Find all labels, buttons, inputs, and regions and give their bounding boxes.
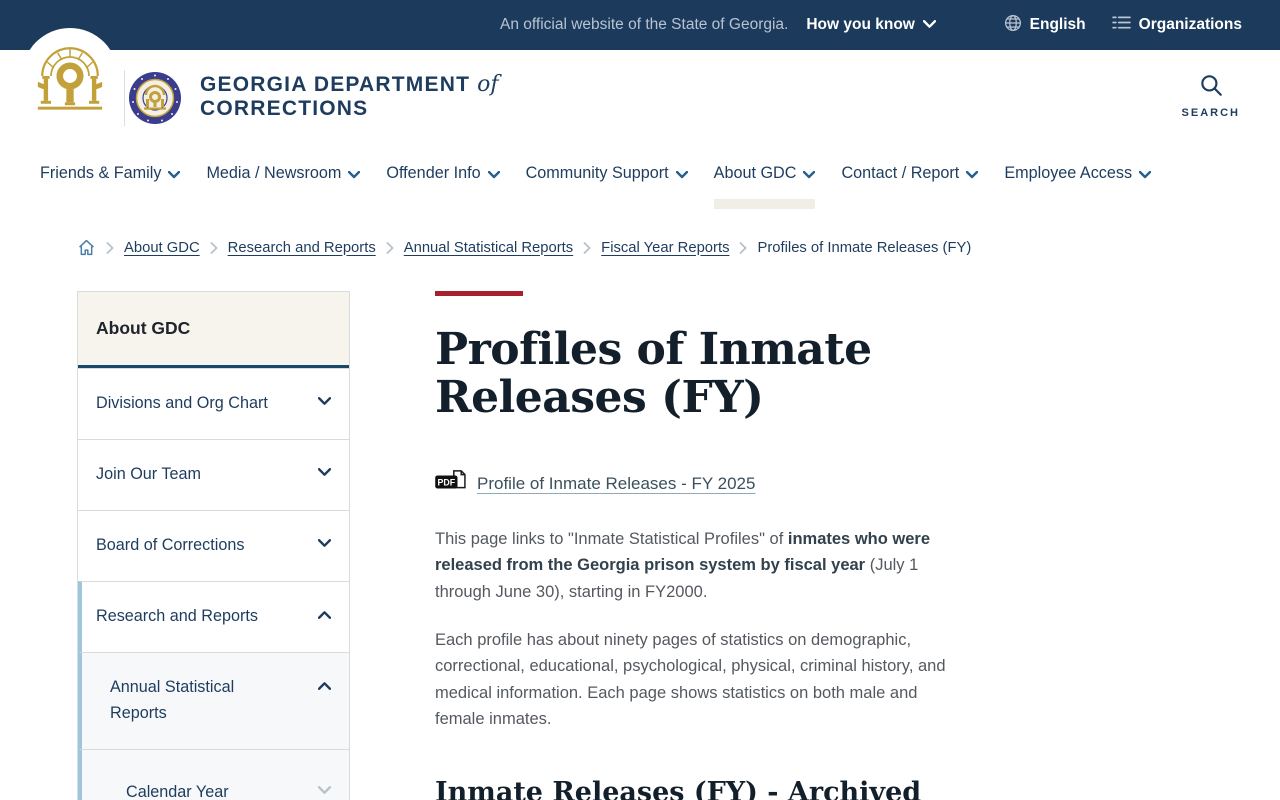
breadcrumb-link-research-reports[interactable]: Research and Reports	[228, 240, 376, 256]
nav-label: Employee Access	[1004, 164, 1133, 182]
chevron-down-icon	[675, 170, 688, 179]
breadcrumb-separator-icon	[583, 241, 591, 254]
how-you-know-button[interactable]: How you know	[806, 16, 936, 34]
sidebar-item-label: Divisions and Org Chart	[96, 394, 268, 412]
agency-line1: GEORGIA DEPARTMENT	[200, 73, 471, 96]
nav-item-about-gdc[interactable]: About GDC	[713, 164, 816, 209]
page-title: Profiles of Inmate Releases (FY)	[435, 324, 872, 424]
official-state-bar: An official website of the State of Geor…	[0, 0, 1280, 50]
nav-item-friends-family[interactable]: Friends & Family	[40, 164, 181, 187]
breadcrumb-link-annual-statistical-reports[interactable]: Annual Statistical Reports	[404, 240, 573, 256]
chevron-down-icon	[487, 170, 500, 179]
chevron-down-icon	[1139, 170, 1152, 179]
nav-item-contact-report[interactable]: Contact / Report	[841, 164, 979, 187]
sidebar-item-label: Calendar Year	[126, 782, 229, 800]
title-accent-rule	[435, 291, 523, 296]
sidebar-item-board-of-corrections[interactable]: Board of Corrections	[78, 509, 349, 581]
sidebar-item-join-our-team[interactable]: Join Our Team	[78, 438, 349, 510]
intro-text-pre: This page links to "Inmate Statistical P…	[435, 529, 788, 548]
intro-paragraph: This page links to "Inmate Statistical P…	[435, 526, 955, 605]
breadcrumb-separator-icon	[739, 241, 748, 254]
agency-of: of	[477, 72, 499, 97]
sidebar-item-research-and-reports[interactable]: Research and Reports	[78, 580, 349, 652]
corrections-seal	[128, 71, 182, 130]
svg-text:PDF: PDF	[438, 477, 456, 487]
nav-item-media-newsroom[interactable]: Media / Newsroom	[206, 164, 361, 187]
nav-label: Contact / Report	[841, 164, 960, 182]
breadcrumb-separator-icon	[106, 241, 114, 254]
search-icon	[1198, 72, 1224, 103]
language-label: English	[1029, 16, 1086, 33]
agency-title[interactable]: GEORGIA DEPARTMENT of CORRECTIONS	[200, 72, 499, 121]
sidebar-item-label: Board of Corrections	[96, 535, 245, 554]
nav-label: About GDC	[713, 164, 797, 182]
chevron-down-icon	[318, 785, 331, 795]
chevron-down-icon	[348, 170, 361, 179]
home-icon[interactable]	[77, 238, 96, 257]
chevron-down-icon	[922, 16, 936, 34]
organizations-label: Organizations	[1138, 16, 1242, 33]
pdf-link-fy2025[interactable]: Profile of Inmate Releases - FY 2025	[477, 474, 755, 494]
pdf-icon: PDF	[435, 469, 467, 500]
chevron-up-icon	[318, 681, 331, 690]
chevron-down-icon	[803, 170, 816, 179]
breadcrumb-link-fiscal-year-reports[interactable]: Fiscal Year Reports	[601, 240, 729, 256]
nav-item-community-support[interactable]: Community Support	[526, 164, 688, 187]
official-website-text: An official website of the State of Geor…	[500, 16, 789, 33]
sidebar-item-divisions-org-chart[interactable]: Divisions and Org Chart	[78, 368, 349, 439]
chevron-down-icon	[318, 397, 331, 406]
nav-item-employee-access[interactable]: Employee Access	[1004, 164, 1152, 187]
sidebar-item-calendar-year[interactable]: Calendar Year	[78, 748, 349, 800]
sidebar-item-label: Annual Statistical Reports	[110, 677, 235, 722]
chevron-down-icon	[966, 170, 979, 179]
how-you-know-label: How you know	[806, 16, 915, 33]
list-icon	[1111, 15, 1131, 35]
nav-label: Offender Info	[386, 164, 481, 182]
sidebar-item-label: Join Our Team	[96, 464, 201, 483]
globe-icon	[1004, 14, 1022, 37]
organizations-button[interactable]: Organizations	[1111, 15, 1242, 35]
breadcrumb-current-page: Profiles of Inmate Releases (FY)	[757, 239, 972, 256]
archived-reports-heading: Inmate Releases (FY) - Archived Reports	[435, 776, 922, 800]
breadcrumb: About GDC Research and Reports Annual St…	[77, 238, 1280, 257]
nav-item-offender-info[interactable]: Offender Info	[386, 164, 500, 187]
header-divider	[124, 70, 125, 126]
chevron-down-icon	[168, 170, 181, 179]
chevron-down-icon	[318, 538, 331, 548]
nav-label: Friends & Family	[40, 164, 162, 182]
breadcrumb-separator-icon	[210, 241, 218, 254]
search-label: SEARCH	[1181, 107, 1240, 119]
main-navigation: Friends & Family Media / Newsroom Offend…	[0, 146, 1280, 209]
section-sidebar: About GDC Divisions and Org Chart Join O…	[77, 291, 350, 800]
nav-label: Media / Newsroom	[206, 164, 342, 182]
description-paragraph: Each profile has about ninety pages of s…	[435, 630, 946, 729]
chevron-up-icon	[318, 610, 331, 619]
main-content: Profiles of Inmate Releases (FY) PDF Pro…	[435, 291, 987, 800]
nav-label: Community Support	[525, 164, 669, 182]
search-button[interactable]: SEARCH	[1182, 72, 1240, 119]
site-header: GEORGIA DEPARTMENT of CORRECTIONS SEARCH	[0, 28, 1280, 146]
georgia-arch-logo[interactable]	[22, 28, 118, 124]
language-selector[interactable]: English	[1004, 14, 1086, 37]
breadcrumb-separator-icon	[386, 241, 394, 254]
pdf-download-row: PDF Profile of Inmate Releases - FY 2025	[435, 469, 987, 500]
agency-line2: CORRECTIONS	[200, 97, 369, 121]
sidebar-item-label: Research and Reports	[96, 606, 258, 625]
chevron-down-icon	[318, 467, 331, 477]
sidebar-title: About GDC	[78, 292, 349, 368]
breadcrumb-link-about-gdc[interactable]: About GDC	[124, 240, 200, 256]
sidebar-item-annual-statistical-reports[interactable]: Annual Statistical Reports	[78, 651, 349, 749]
